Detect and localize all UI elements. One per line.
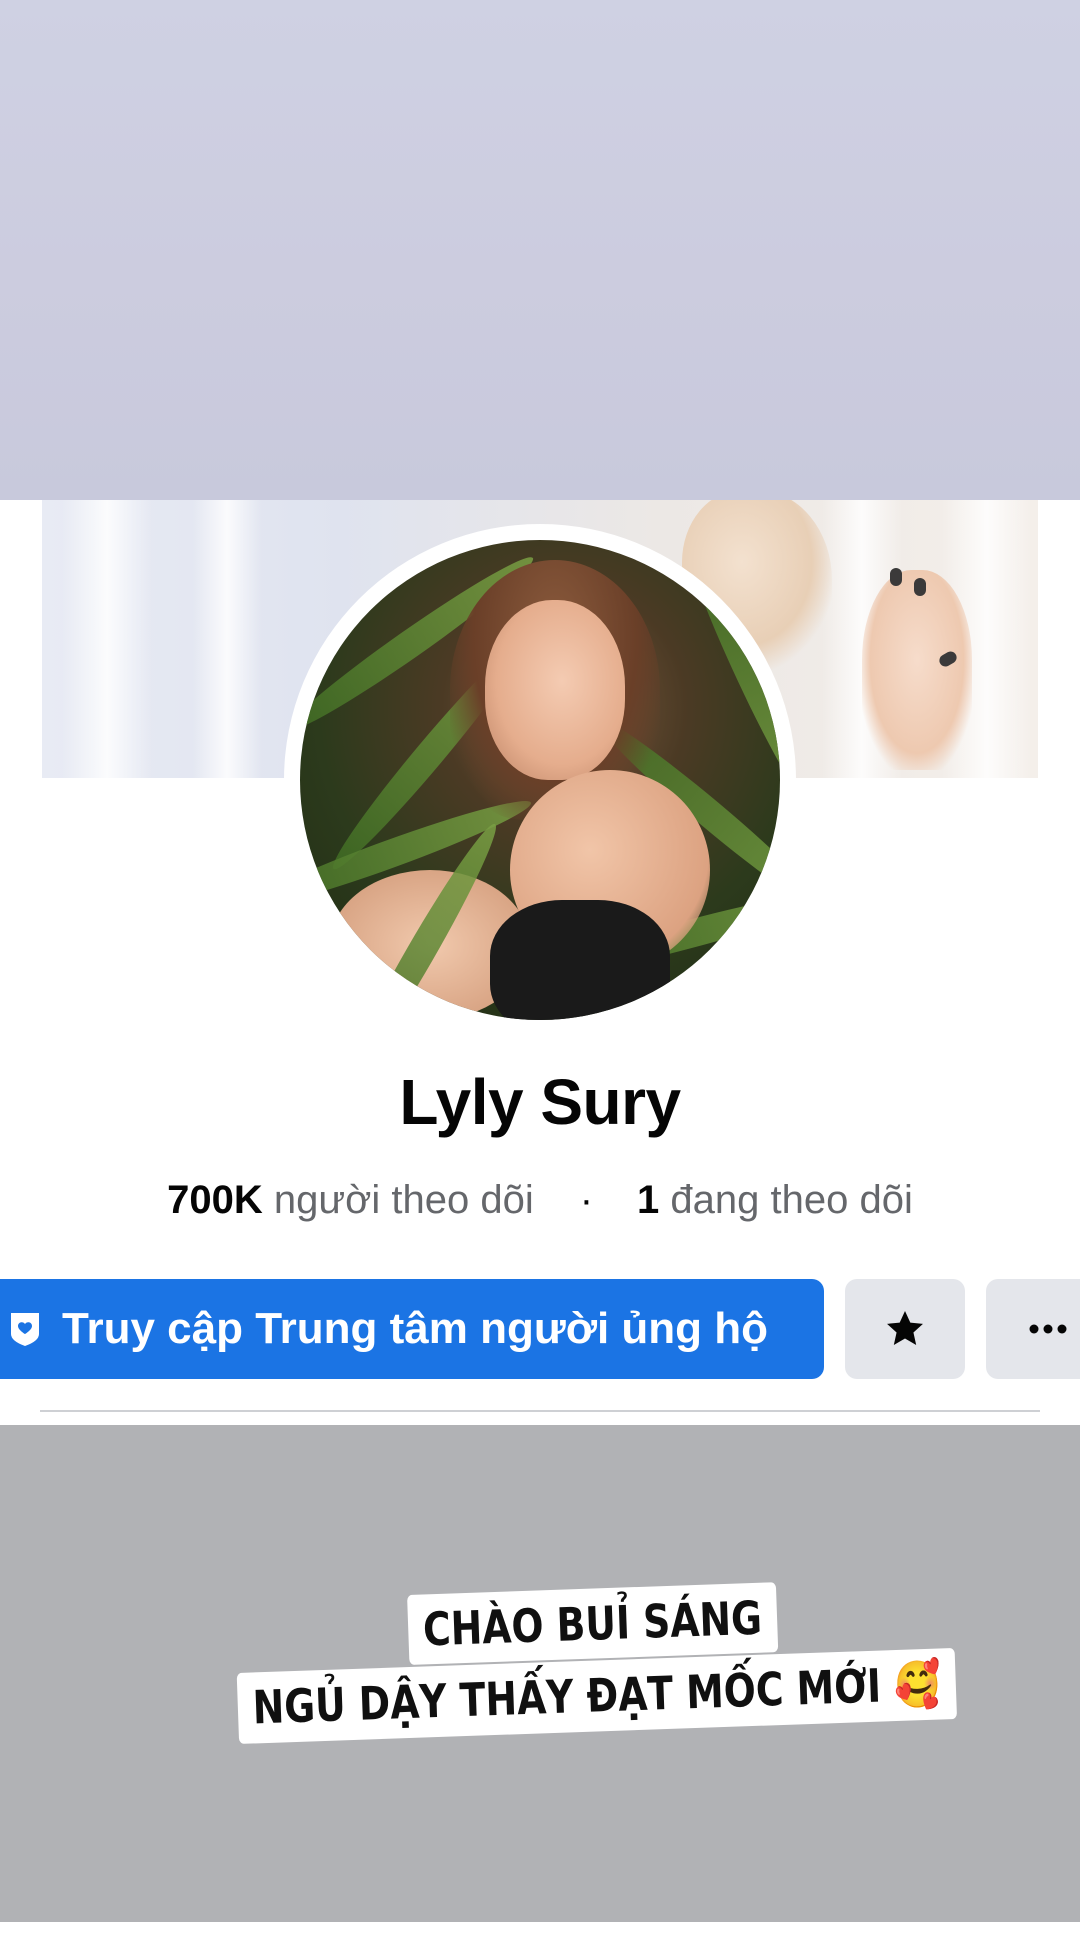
smiling-hearts-emoji: 🥰 — [893, 1656, 943, 1713]
caption-line-1: CHÀO BUỈ SÁNG — [407, 1582, 778, 1665]
story-caption: CHÀO BUỈ SÁNG NGỦ DẬY THẤY ĐẠT MỐC MỚI 🥰 — [0, 0, 1080, 1940]
caption-line-1-text: CHÀO BUỈ SÁNG — [422, 1590, 763, 1657]
caption-line-2-text: NGỦ DẬY THẤY ĐẠT MỐC MỚI — [251, 1658, 882, 1735]
caption-line-2: NGỦ DẬY THẤY ĐẠT MỐC MỚI 🥰 — [236, 1647, 958, 1744]
